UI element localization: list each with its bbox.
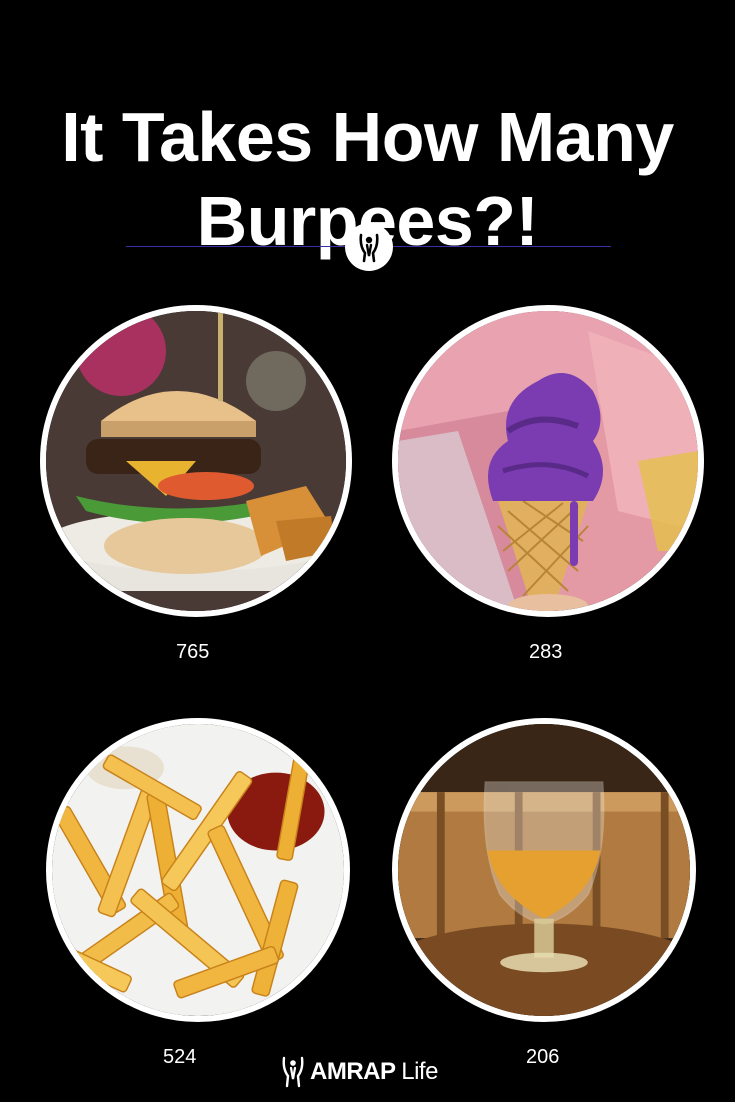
- brand-name: AMRAP Life: [310, 1058, 438, 1086]
- beer-burpee-count: 206: [526, 1046, 560, 1068]
- amrap-figure-icon: [359, 233, 379, 263]
- french-fries-photo: [46, 718, 350, 1022]
- fries-burpee-count: 524: [163, 1046, 197, 1068]
- brand-name-light: Life: [401, 1058, 438, 1085]
- brand-logo: AMRAP Life: [280, 1054, 438, 1090]
- burger-photo: [40, 305, 352, 617]
- title-line-1: It Takes How Many: [61, 97, 674, 176]
- brand-name-bold: AMRAP: [310, 1058, 396, 1085]
- beer-glass-photo: [392, 718, 696, 1022]
- amrap-badge: [345, 223, 393, 271]
- ice-cream-burpee-count: 283: [529, 641, 563, 663]
- burger-burpee-count: 765: [176, 641, 210, 663]
- amrap-figure-icon: [282, 1056, 304, 1088]
- ice-cream-photo: [392, 305, 704, 617]
